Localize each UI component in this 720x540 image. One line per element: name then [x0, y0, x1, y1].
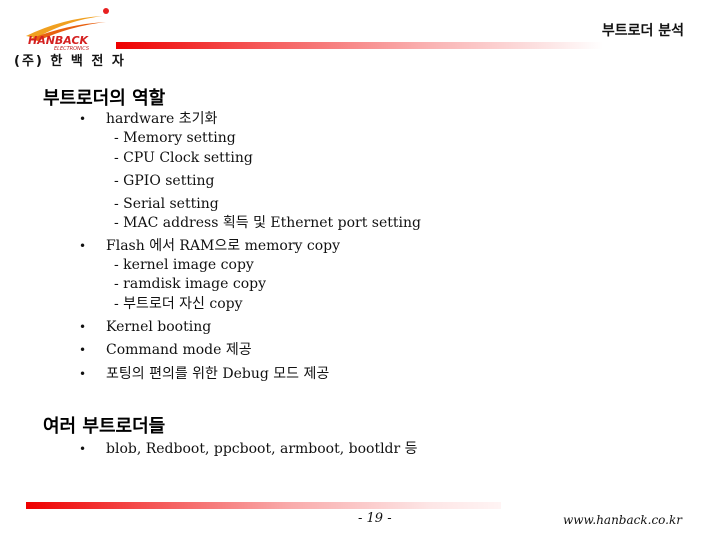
bullet-item: Command mode 제공 — [106, 342, 252, 358]
sub-item: - kernel image copy — [114, 257, 254, 273]
bullet-icon: • — [79, 112, 87, 126]
bullet-icon: • — [79, 367, 87, 381]
bullet-item: 포팅의 편의를 위한 Debug 모드 제공 — [106, 366, 330, 382]
logo-company-name: (주) 한 백 전 자 — [14, 54, 126, 69]
bullet-icon: • — [79, 442, 87, 456]
bullet-item: Kernel booting — [106, 319, 212, 335]
bullet-icon: • — [79, 343, 87, 357]
bullet-item: Flash 에서 RAM으로 memory copy — [106, 238, 341, 254]
bullet-icon: • — [79, 239, 87, 253]
bullet-icon: • — [79, 320, 87, 334]
sub-item: - Memory setting — [114, 130, 236, 146]
logo-swoosh-icon: HANBACK ELECTRONICS — [26, 8, 109, 52]
sub-item: - CPU Clock setting — [114, 150, 253, 166]
footer-divider — [26, 502, 501, 509]
sub-item: - 부트로더 자신 copy — [114, 296, 243, 312]
slide-title: 부트로더 분석 — [601, 23, 684, 39]
sub-item: - ramdisk image copy — [114, 276, 266, 292]
header-divider — [116, 42, 603, 49]
bullet-item: blob, Redboot, ppcboot, armboot, bootldr… — [106, 441, 418, 457]
sub-item: - MAC address 획득 및 Ethernet port setting — [114, 215, 421, 231]
page-number: - 19 - — [358, 511, 392, 526]
bullet-item: hardware 초기화 — [106, 111, 218, 127]
website-url: www.hanback.co.kr — [562, 513, 682, 527]
section-heading-roles: 부트로더의 역할 — [43, 88, 166, 109]
sub-item: - GPIO setting — [114, 173, 215, 189]
sub-item: - Serial setting — [114, 196, 219, 212]
company-logo: HANBACK ELECTRONICS (주) 한 백 전 자 — [8, 6, 124, 69]
section-heading-bootloaders: 여러 부트로더들 — [43, 416, 166, 437]
